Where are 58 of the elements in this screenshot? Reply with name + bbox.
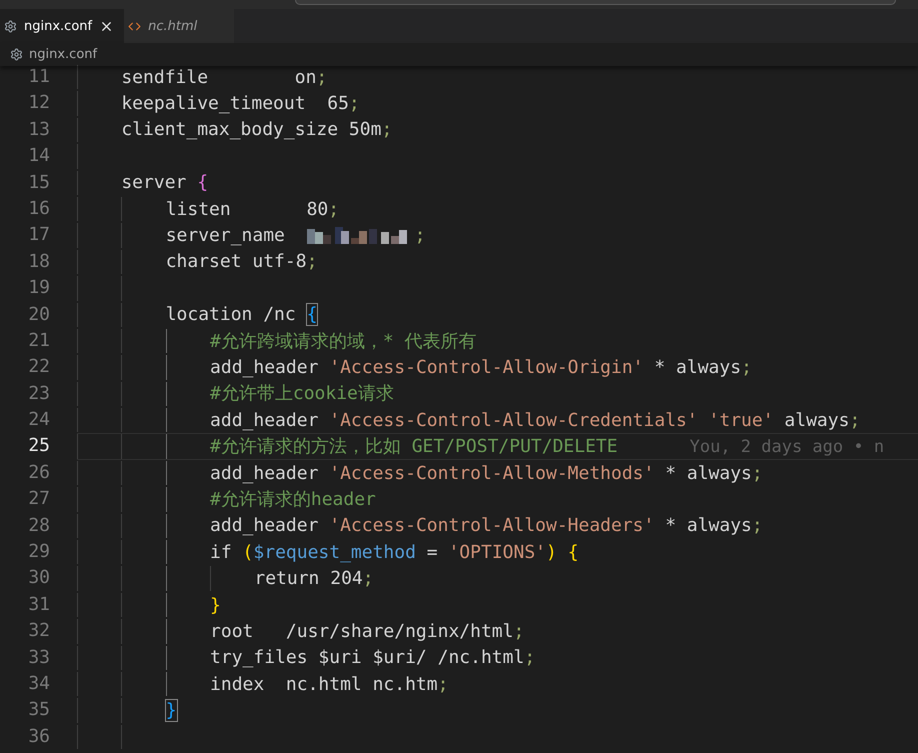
- line-number: 23: [27, 382, 51, 406]
- line-number: 33: [27, 646, 51, 670]
- code-line: try_files $uri $uri/ /nc.html;: [210, 646, 536, 670]
- line-number: 17: [27, 223, 51, 248]
- line-number: 18: [27, 250, 51, 274]
- code-line: index nc.html nc.htm;: [210, 672, 448, 697]
- code-text: server_name: [166, 224, 286, 248]
- code-line: #允许请求的header: [210, 488, 376, 512]
- line-number: 35: [27, 698, 51, 722]
- code-line: root /usr/share/nginx/html;: [210, 620, 524, 644]
- line-number: 25: [27, 434, 51, 458]
- breadcrumb-item[interactable]: nginx.conf: [29, 47, 98, 62]
- code-line: client_max_body_size 50m;: [121, 118, 392, 142]
- line-number: 15: [27, 170, 51, 195]
- code-line: return 204;: [254, 567, 374, 592]
- line-number: 13: [27, 118, 51, 142]
- code-line: charset utf-8;: [166, 250, 318, 274]
- code-line: #允许请求的方法，比如 GET/POST/PUT/DELETE: [210, 435, 618, 460]
- line-number: 22: [27, 355, 51, 380]
- code-line: }: [166, 699, 177, 724]
- code-line: add_header 'Access-Control-Allow-Origin' * always;: [210, 356, 752, 380]
- line-number: 30: [27, 566, 51, 590]
- command-center-field[interactable]: [295, 0, 896, 5]
- gear-icon: [4, 20, 17, 32]
- line-number: 32: [27, 619, 51, 644]
- code-line: #允许带上cookie请求: [210, 382, 394, 406]
- code-line: if ($request_method = 'OPTIONS') {: [210, 540, 579, 565]
- code-line: add_header 'Access-Control-Allow-Headers' * always;: [210, 514, 763, 538]
- editor-tab[interactable]: nginx.conf: [0, 9, 124, 43]
- line-number: 16: [27, 196, 51, 221]
- line-number: 27: [27, 487, 51, 512]
- code-line: add_header 'Access-Control-Allow-Credentials' 'true' always;: [210, 408, 860, 433]
- code-line: sendfile on;: [121, 66, 328, 90]
- code-line: listen 80;: [166, 198, 340, 222]
- code-line: location /nc {: [166, 303, 318, 328]
- line-number: 26: [27, 460, 51, 485]
- editor-tab[interactable]: nc.html: [124, 9, 234, 43]
- line-number: 14: [27, 144, 51, 168]
- code-line: keepalive_timeout 65;: [121, 92, 360, 116]
- line-number: 28: [27, 514, 51, 538]
- gear-icon: [10, 48, 23, 61]
- code-text: ;: [414, 224, 426, 248]
- line-number: 31: [27, 592, 51, 617]
- line-number: 34: [27, 672, 51, 696]
- line-number: 20: [27, 302, 51, 327]
- line-number: 36: [27, 724, 51, 749]
- line-number: 12: [27, 91, 51, 116]
- line-number: 24: [27, 408, 51, 432]
- git-blame-annotation: You, 2 days ago • n: [690, 436, 884, 457]
- line-number: 29: [27, 540, 51, 564]
- code-line: add_header 'Access-Control-Allow-Methods' * always;: [210, 462, 763, 486]
- line-number: 21: [27, 328, 51, 353]
- code-line: server {: [121, 171, 208, 196]
- line-number: 11: [27, 65, 51, 89]
- code-line: #允许跨域请求的域，* 代表所有: [210, 330, 477, 354]
- code-line: }: [210, 594, 221, 618]
- code-icon: [128, 20, 142, 32]
- line-number: 19: [27, 276, 51, 300]
